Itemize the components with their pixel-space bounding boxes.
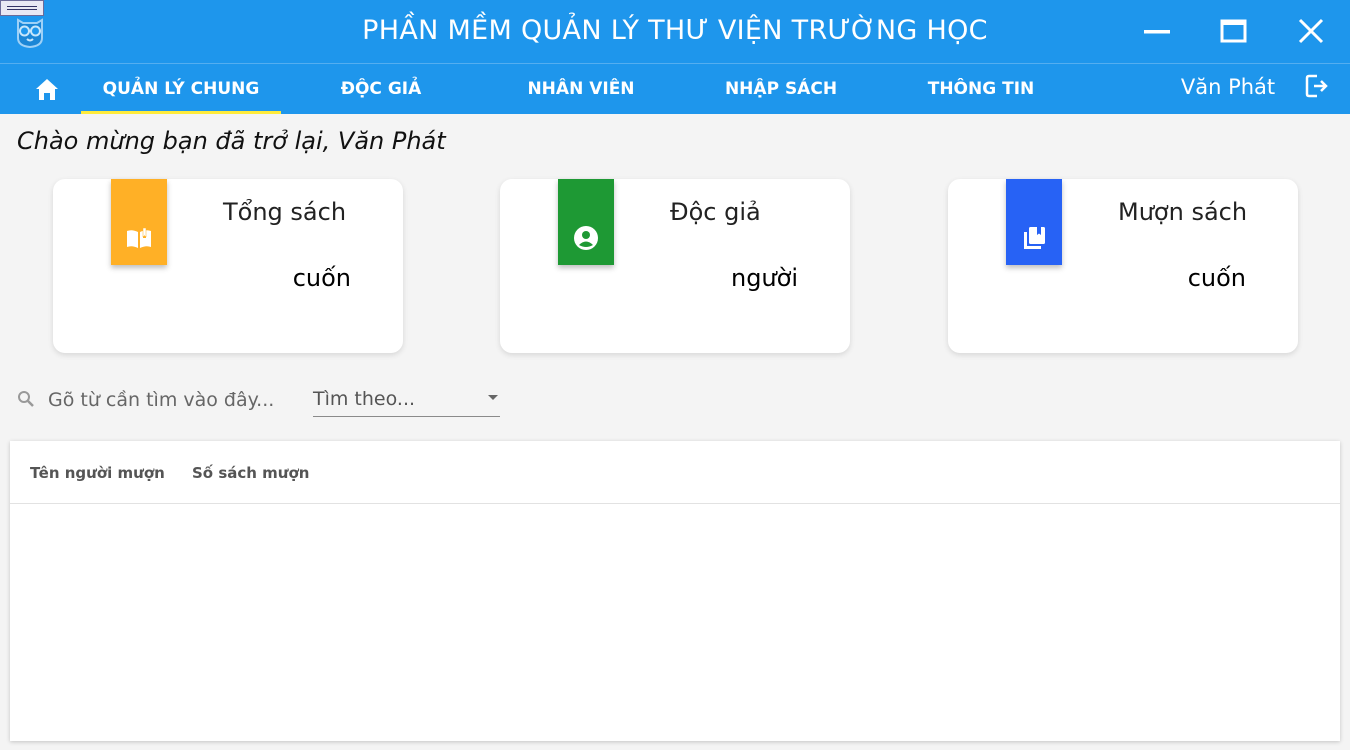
card-unit: cuốn	[1187, 264, 1246, 292]
card-total-books: Tổng sách cuốn	[53, 179, 403, 353]
card-borrowed-books: Mượn sách cuốn	[948, 179, 1298, 353]
search-input[interactable]	[48, 383, 288, 417]
account-circle-icon	[574, 226, 598, 250]
card-label: Mượn sách	[1118, 198, 1248, 226]
user-name[interactable]: Văn Phát	[1172, 72, 1284, 102]
card-readers: Độc giả người	[500, 179, 850, 353]
borrowers-table: Tên người mượn Số sách mượn	[10, 441, 1340, 741]
open-book-icon	[127, 227, 151, 248]
card-label: Tổng sách	[223, 198, 347, 226]
card-label: Độc giả	[670, 198, 761, 226]
card-icon-tab	[1006, 179, 1062, 265]
tab-nhan-vien[interactable]: NHÂN VIÊN	[481, 64, 681, 114]
table-header: Tên người mượn Số sách mượn	[10, 441, 1340, 504]
search-icon	[18, 391, 34, 407]
column-header-borrower-name[interactable]: Tên người mượn	[30, 461, 165, 485]
search-filter-placeholder: Tìm theo...	[313, 388, 416, 410]
card-icon-tab	[558, 179, 614, 265]
card-icon-tab	[111, 179, 167, 265]
tab-quan-ly-chung[interactable]: QUẢN LÝ CHUNG	[81, 64, 281, 114]
close-icon[interactable]	[1296, 16, 1326, 46]
maximize-icon[interactable]	[1219, 16, 1249, 46]
tab-doc-gia[interactable]: ĐỘC GIẢ	[281, 64, 481, 114]
card-unit: người	[730, 264, 798, 292]
logout-icon[interactable]	[1304, 73, 1330, 99]
tab-nhap-sach[interactable]: NHẬP SÁCH	[681, 64, 881, 114]
home-icon[interactable]	[30, 78, 64, 102]
tab-thong-tin[interactable]: THÔNG TIN	[881, 64, 1081, 114]
chevron-down-icon	[488, 395, 498, 400]
card-unit: cuốn	[292, 264, 351, 292]
title-bar: PHẦN MỀM QUẢN LÝ THƯ VIỆN TRƯỜNG HỌC	[0, 0, 1350, 63]
search-filter-select[interactable]: Tìm theo...	[313, 383, 500, 417]
library-books-icon	[1024, 227, 1045, 249]
main-navbar: QUẢN LÝ CHUNG ĐỘC GIẢ NHÂN VIÊN NHẬP SÁC…	[0, 63, 1350, 114]
column-header-books-borrowed[interactable]: Số sách mượn	[192, 461, 309, 485]
minimize-icon[interactable]	[1142, 16, 1172, 46]
welcome-message: Chào mừng bạn đã trở lại, Văn Phát	[17, 127, 446, 155]
